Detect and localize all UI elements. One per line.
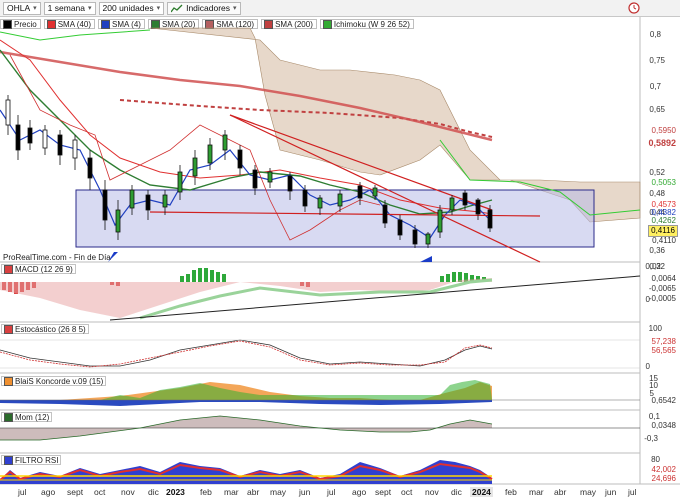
macd-area [0,278,492,318]
panel-title: Estocástico (26 8 5) [15,324,86,334]
panel-title: MACD (12 26 9) [15,264,73,274]
panel-title: Mom (12) [15,412,50,422]
price-tag-low: 0,4110 [652,236,676,245]
x-axis-label: sept [375,487,392,497]
price-tag-ichimoku: 0,5053 [651,178,676,187]
swatch-icon [4,412,13,422]
x-axis-label: ago [352,487,367,497]
swatch-icon [4,264,13,274]
marker-arrow-icon [420,256,432,262]
price-tag-sma120: 0,5892 [648,138,676,148]
panel-title: BlaiS Koncorde v.09 (15) [15,376,104,386]
price-tick: 0,7 [649,82,661,91]
price-tick: 0,8 [649,30,661,39]
price-tick: 0,36 [649,246,665,255]
x-axis-label: jul [18,487,27,497]
price-tick: 0,48 [649,189,665,198]
chart-canvas[interactable] [0,0,680,498]
koncorde-green-area [100,380,492,400]
swatch-icon [4,455,13,465]
stoch-panel-label[interactable]: Estocástico (26 8 5) [1,324,89,334]
stoch-tick: 0 [645,362,650,371]
stoch-signal-line [0,340,493,368]
koncorde-blue-area [0,400,492,406]
x-axis-label: mar [224,487,239,497]
x-axis-label: jun [299,487,311,497]
x-axis-label: nov [425,487,439,497]
x-axis-label: feb [505,487,517,497]
mom-tick: -0,3 [644,434,658,443]
macd-panel-label[interactable]: MACD (12 26 9) [1,264,76,274]
stoch-line [0,339,493,367]
x-axis-label: oct [401,487,413,497]
x-axis-label: dic [148,487,159,497]
stoch-tick: 100 [648,324,662,333]
x-axis-label: feb [200,487,212,497]
price-tick: 0,75 [649,56,665,65]
x-axis-year-label: 2023 [166,487,185,497]
swatch-icon [4,324,13,334]
x-axis-label: jul [327,487,336,497]
rsi-tick: 80 [651,455,660,464]
macd-value-tag: -0,0005 [648,294,676,303]
mom-panel-label[interactable]: Mom (12) [1,412,53,422]
x-axis-label: may [270,487,287,497]
mom-value-tag: 0,0348 [651,421,676,430]
x-axis-label: sept [67,487,84,497]
price-tick: 0,65 [649,105,665,114]
range-box[interactable] [75,189,595,248]
x-axis-label: oct [94,487,106,497]
rsi-panel-label[interactable]: FILTRO RSI [1,455,62,465]
x-axis-label: may [580,487,597,497]
x-axis-label: ago [41,487,56,497]
x-axis-label: jul [628,487,637,497]
x-axis-label: abr [247,487,260,497]
x-axis-label: dic [451,487,462,497]
koncorde-value-tag: 0,6542 [651,396,676,405]
macd-tick: 0,02 [645,262,661,271]
rsi-value-tag: 24,696 [651,474,676,483]
macd-value-tag: -0,0065 [648,284,676,293]
price-tag-sma200: 0,5950 [651,126,676,135]
stoch-value-tag: 56,565 [651,346,676,355]
swatch-icon [4,376,13,386]
mom-tick: 0,1 [648,412,660,421]
attribution-text: ProRealTime.com - Fin de Día [3,253,111,262]
x-axis-label: nov [121,487,135,497]
x-axis-label: abr [554,487,567,497]
macd-value-tag: 0,0064 [651,274,676,283]
price-tick: 0,52 [649,168,665,177]
x-axis-current-label: 2024 [470,487,493,497]
x-axis-label: mar [529,487,544,497]
x-axis-label: jun [605,487,617,497]
panel-title: FILTRO RSI [15,455,59,465]
koncorde-panel-label[interactable]: BlaiS Koncorde v.09 (15) [1,376,107,386]
